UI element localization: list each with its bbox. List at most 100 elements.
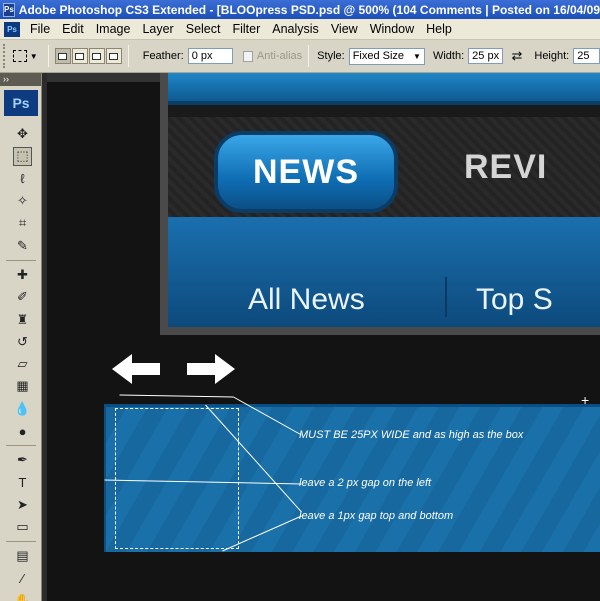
height-label: Height: [534, 50, 570, 62]
slice-tool[interactable]: ✎ [4, 234, 38, 256]
document-canvas[interactable]: NEWS REVI All News Top S + MUST BE 25PX … [42, 73, 600, 601]
move-tool[interactable]: ✥ [4, 123, 38, 145]
document-area: NEWS REVI All News Top S + MUST BE 25PX … [47, 73, 600, 601]
menu-file[interactable]: File [24, 22, 56, 36]
chevron-down-icon: ▼ [29, 51, 38, 61]
eraser-tool[interactable]: ▱ [4, 353, 38, 375]
subnav-top-stories: Top S [476, 283, 553, 316]
subtract-selection-icon [92, 52, 102, 60]
hand-icon: ✋ [14, 593, 31, 601]
crop-icon: ⌗ [18, 215, 27, 231]
tool-divider [6, 259, 36, 261]
crop-tool[interactable]: ⌗ [4, 212, 38, 234]
clone-stamp-tool[interactable]: ♜ [4, 308, 38, 330]
pen-tool[interactable]: ✒ [4, 449, 38, 471]
blur-icon: 💧 [14, 400, 31, 416]
new-selection-button[interactable] [54, 48, 71, 64]
options-bar-grip[interactable] [3, 44, 7, 68]
menu-edit[interactable]: Edit [56, 22, 90, 36]
left-arrow-icon [112, 354, 160, 384]
type-icon: T [18, 475, 27, 491]
menu-help[interactable]: Help [420, 22, 458, 36]
dodge-icon: ● [18, 423, 27, 439]
rectangle-tool[interactable]: ▭ [4, 516, 38, 538]
magic-wand-tool[interactable]: ✧ [4, 190, 38, 212]
note-width: MUST BE 25PX WIDE and as high as the box [299, 429, 524, 441]
document-menu-icon[interactable]: Ps [4, 21, 20, 37]
chevron-down-icon: ▼ [413, 51, 421, 61]
brush-icon: ✐ [17, 289, 28, 305]
style-label: Style: [317, 50, 345, 62]
photoshop-app-icon[interactable]: Ps [3, 2, 15, 17]
tool-list: ✥ ⬚ ℓ ✧ ⌗ ✎ ✚ ✐ ♜ ↺ ▱ ▦ 💧 ● ✒ T ➤ ▭ ▤ ⁄ ✋ [4, 123, 38, 601]
width-label: Width: [432, 50, 465, 62]
feather-label: Feather: [142, 50, 184, 62]
options-bar: ▼ Feather: 0 px Anti-alias Style: Fixed … [0, 40, 600, 73]
menu-bar: Ps File Edit Image Layer Select Filter A… [0, 19, 600, 40]
divider [308, 45, 310, 67]
feather-input[interactable]: 0 px [187, 48, 234, 64]
antialias-checkbox[interactable] [243, 50, 253, 62]
blur-tool[interactable]: 💧 [4, 398, 38, 420]
divider [127, 45, 129, 67]
add-to-selection-button[interactable] [71, 48, 88, 64]
slice-icon: ✎ [17, 237, 28, 253]
history-brush-icon: ↺ [17, 333, 28, 349]
width-input[interactable]: 25 px [468, 48, 504, 64]
antialias-label: Anti-alias [256, 50, 303, 62]
subnav-divider [445, 277, 447, 317]
site-top-bar [168, 73, 600, 105]
rectangular-marquee-icon: ⬚ [13, 146, 32, 166]
pen-icon: ✒ [17, 452, 28, 468]
menu-image[interactable]: Image [90, 22, 137, 36]
type-tool[interactable]: T [4, 471, 38, 493]
intersect-selection-icon [109, 52, 119, 60]
style-select[interactable]: Fixed Size ▼ [348, 47, 425, 65]
move-icon: ✥ [17, 126, 28, 142]
height-input[interactable]: 25 [573, 48, 600, 64]
path-selection-tool[interactable]: ➤ [4, 494, 38, 516]
divider [47, 45, 49, 67]
hand-tool[interactable]: ✋ [4, 590, 38, 601]
add-selection-icon [75, 52, 85, 60]
lasso-icon: ℓ [20, 171, 25, 187]
selection-mode-buttons [54, 48, 122, 64]
eyedropper-icon: ⁄ [21, 571, 24, 587]
eyedropper-tool[interactable]: ⁄ [4, 568, 38, 590]
photoshop-logo[interactable]: Ps [4, 90, 38, 116]
menu-analysis[interactable]: Analysis [266, 22, 325, 36]
note-left-gap: leave a 2 px gap on the left [299, 477, 432, 489]
selection-marquee [115, 408, 239, 549]
brush-tool[interactable]: ✐ [4, 286, 38, 308]
healing-brush-tool[interactable]: ✚ [4, 264, 38, 286]
nav-reviews-label: REVI [464, 148, 548, 186]
tools-panel-collapse[interactable]: ›› [0, 73, 41, 86]
subtract-from-selection-button[interactable] [88, 48, 105, 64]
notes-icon: ▤ [16, 548, 29, 564]
nav-news-button: NEWS [214, 131, 398, 213]
marquee-icon [12, 50, 27, 62]
gradient-tool[interactable]: ▦ [4, 375, 38, 397]
menu-window[interactable]: Window [364, 22, 420, 36]
gradient-icon: ▦ [16, 378, 29, 394]
history-brush-tool[interactable]: ↺ [4, 331, 38, 353]
menu-select[interactable]: Select [180, 22, 227, 36]
zoomed-site-frame: NEWS REVI All News Top S [160, 73, 600, 335]
lasso-tool[interactable]: ℓ [4, 168, 38, 190]
tool-divider [6, 541, 36, 543]
menu-filter[interactable]: Filter [226, 22, 266, 36]
tool-preset-picker[interactable]: ▼ [12, 45, 42, 67]
title-bar: Ps Adobe Photoshop CS3 Extended - [BLOOp… [0, 0, 600, 19]
notes-tool[interactable]: ▤ [4, 545, 38, 567]
dodge-tool[interactable]: ● [4, 420, 38, 442]
subnav-all-news: All News [248, 283, 365, 316]
rectangular-marquee-tool[interactable]: ⬚ [4, 145, 38, 167]
path-selection-icon: ➤ [17, 496, 28, 512]
swap-dimensions-icon[interactable]: ⇄ [511, 48, 522, 64]
menu-layer[interactable]: Layer [136, 22, 179, 36]
intersect-selection-button[interactable] [105, 48, 122, 64]
menu-view[interactable]: View [325, 22, 364, 36]
right-arrow-icon [187, 354, 235, 384]
clone-stamp-icon: ♜ [16, 311, 29, 327]
magic-wand-icon: ✧ [17, 193, 28, 209]
